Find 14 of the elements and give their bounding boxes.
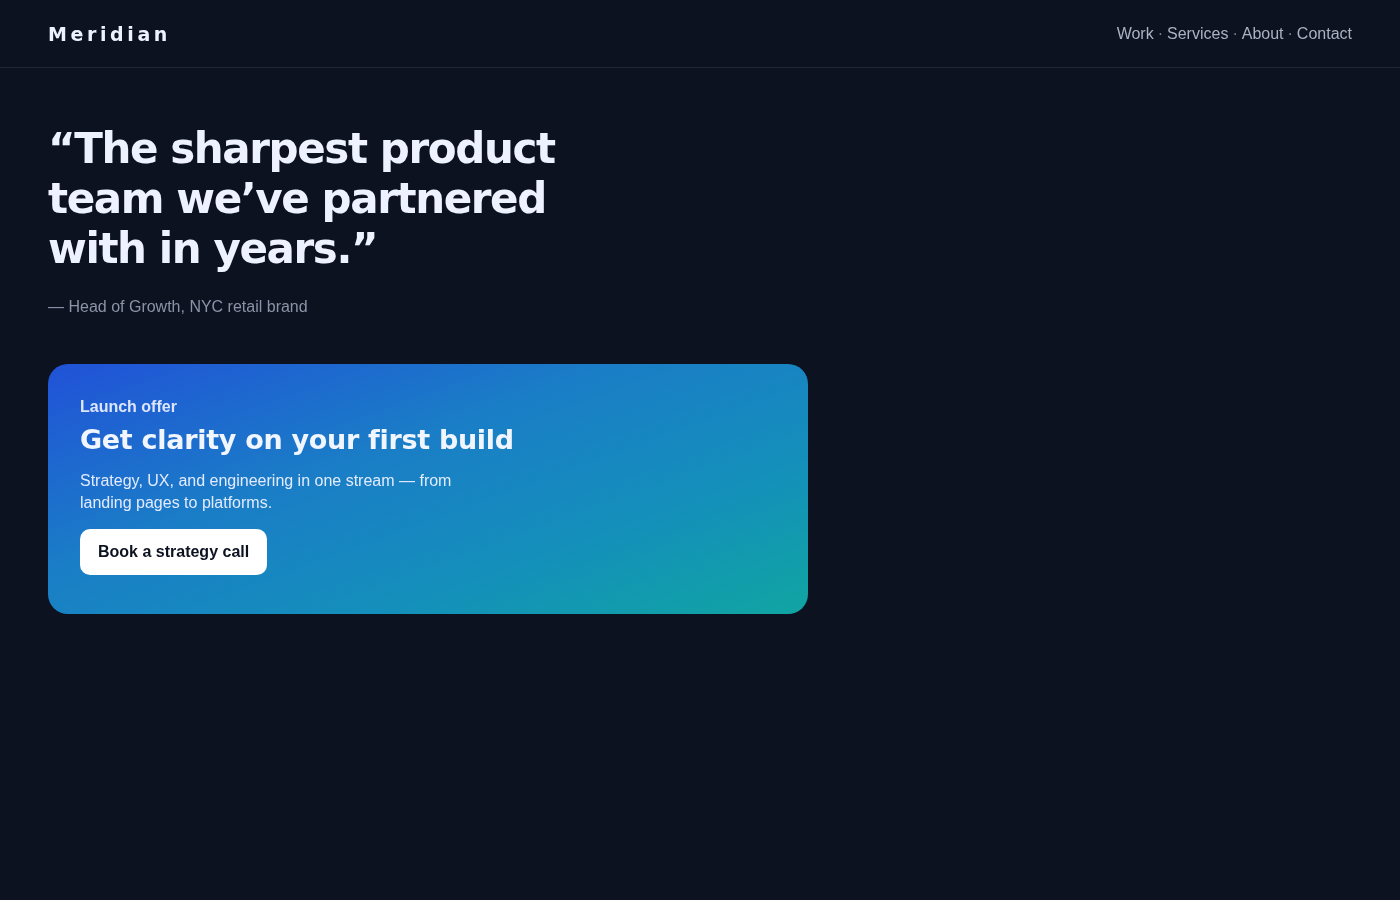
nav-separator: · — [1287, 24, 1293, 43]
nav-separator: · — [1232, 24, 1238, 43]
nav-link[interactable]: About — [1241, 24, 1284, 43]
nav-link[interactable]: Work — [1116, 24, 1154, 43]
logo[interactable]: Meridian — [48, 22, 171, 45]
card-eyebrow: Launch offer — [80, 397, 177, 417]
card-title: Get clarity on your first build — [80, 424, 514, 456]
quote-attribution: — Head of Growth, NYC retail brand — [48, 297, 308, 317]
testimonial-quote: “The sharpest product team we’ve partnered with in years.” — [48, 124, 556, 274]
nav-link[interactable]: Services — [1167, 24, 1229, 43]
nav-link[interactable]: Contact — [1296, 24, 1352, 43]
book-call-button[interactable]: Book a strategy call — [80, 529, 268, 575]
card-description: Strategy, UX, and engineering in one stream — from landing pages to platforms. — [80, 471, 453, 513]
nav-separator: · — [1157, 24, 1164, 43]
